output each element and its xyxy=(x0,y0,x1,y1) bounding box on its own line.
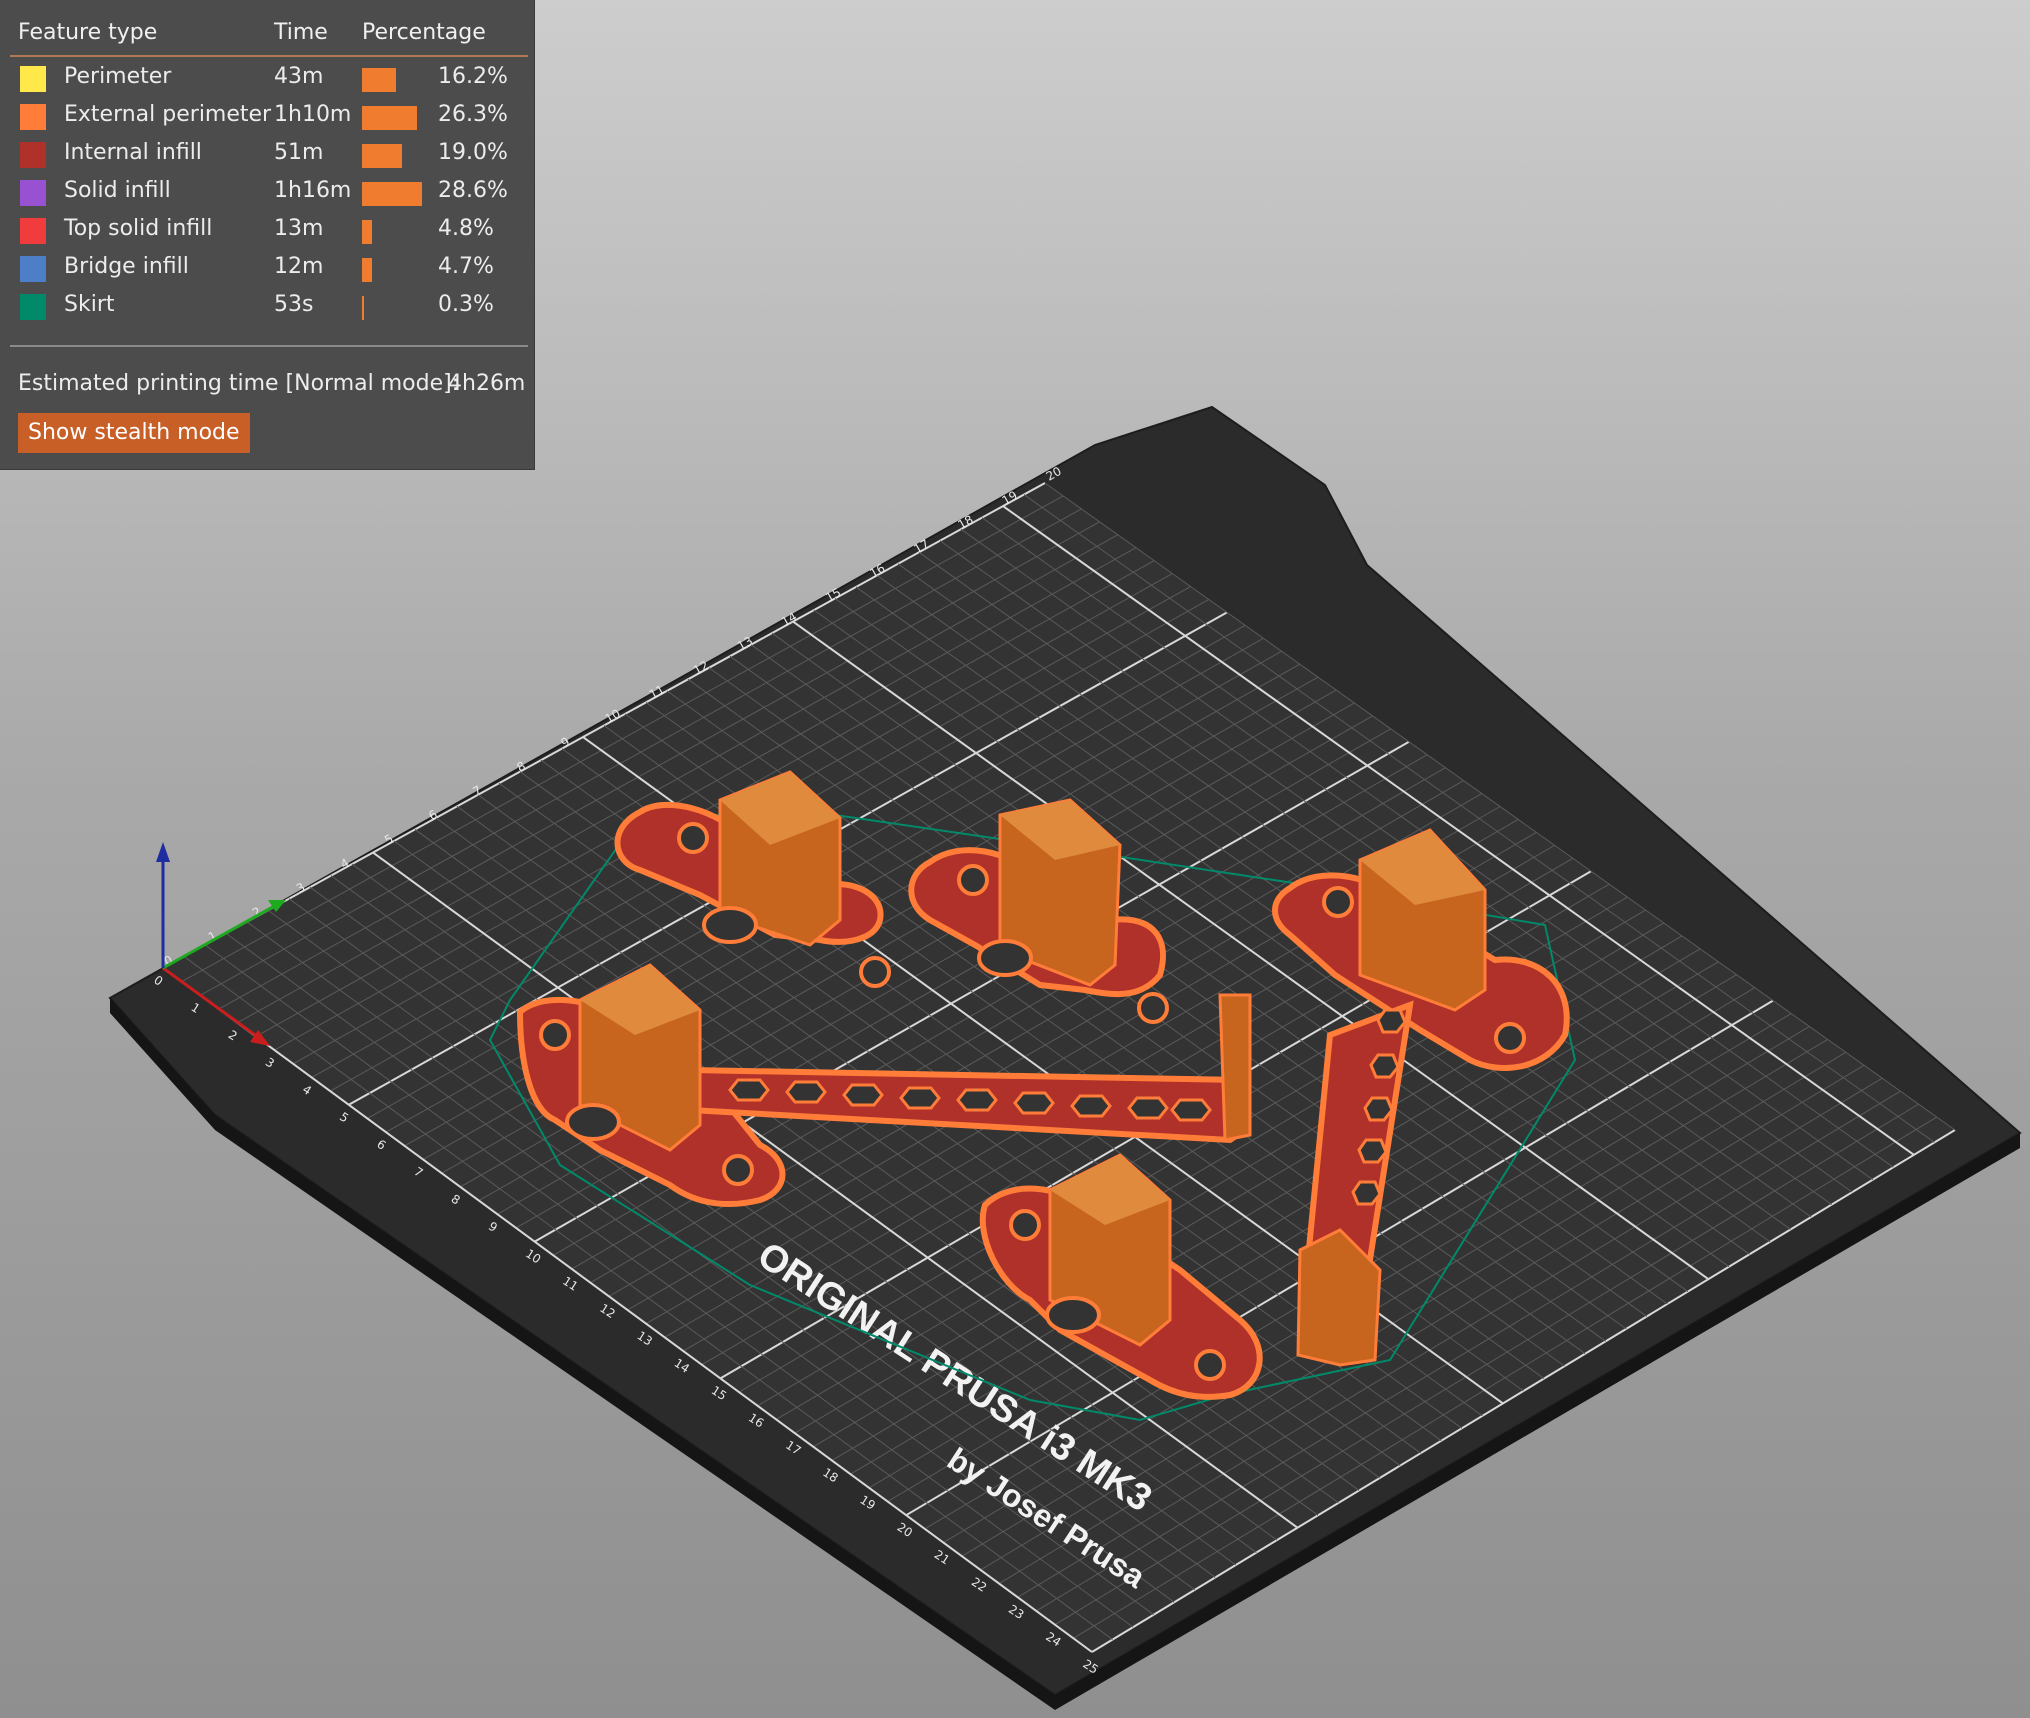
percentage-bar xyxy=(362,296,364,320)
feature-time: 13m xyxy=(274,216,324,241)
legend-row-external-perimeter: External perimeter 1h10m 26.3% xyxy=(0,99,535,137)
header-separator xyxy=(10,55,528,57)
feature-name: External perimeter xyxy=(64,102,272,127)
feature-name: Top solid infill xyxy=(64,216,213,241)
feature-percentage: 0.3% xyxy=(438,292,494,317)
percentage-bar xyxy=(362,182,422,206)
legend-row-internal-infill: Internal infill 51m 19.0% xyxy=(0,137,535,175)
print-bed: 0123456789101112131415161718192021222324… xyxy=(108,405,2022,1710)
percentage-bar xyxy=(362,258,372,282)
feature-name: Internal infill xyxy=(64,140,202,165)
legend-row-perimeter: Perimeter 43m 16.2% xyxy=(0,61,535,99)
show-stealth-mode-button[interactable]: Show stealth mode xyxy=(18,413,250,453)
feature-time: 51m xyxy=(274,140,324,165)
feature-name: Solid infill xyxy=(64,178,171,203)
feature-percentage: 4.7% xyxy=(438,254,494,279)
color-swatch xyxy=(20,294,46,320)
feature-name: Perimeter xyxy=(64,64,172,89)
feature-time: 53s xyxy=(274,292,314,317)
color-swatch xyxy=(20,104,46,130)
footer-separator xyxy=(10,345,528,347)
legend-panel: Feature type Time Percentage Perimeter 4… xyxy=(0,0,535,470)
feature-percentage: 19.0% xyxy=(438,140,508,165)
legend-row-bridge-infill: Bridge infill 12m 4.7% xyxy=(0,251,535,289)
legend-row-skirt: Skirt 53s 0.3% xyxy=(0,289,535,327)
bed-print-surface xyxy=(163,483,1955,1652)
legend-row-top-solid-infill: Top solid infill 13m 4.8% xyxy=(0,213,535,251)
percentage-bar xyxy=(362,68,396,92)
color-swatch xyxy=(20,142,46,168)
percentage-bar xyxy=(362,106,417,130)
percentage-bar xyxy=(362,220,372,244)
color-swatch xyxy=(20,180,46,206)
estimated-time-label: Estimated printing time [Normal mode]: xyxy=(18,371,460,396)
feature-percentage: 26.3% xyxy=(438,102,508,127)
color-swatch xyxy=(20,218,46,244)
estimated-time-value: 4h26m xyxy=(448,371,526,396)
feature-name: Skirt xyxy=(64,292,115,317)
feature-time: 43m xyxy=(274,64,324,89)
color-swatch xyxy=(20,256,46,282)
percentage-bar xyxy=(362,144,402,168)
feature-type-header: Feature type xyxy=(18,20,158,45)
legend-row-solid-infill: Solid infill 1h16m 28.6% xyxy=(0,175,535,213)
percentage-header: Percentage xyxy=(362,20,486,45)
time-header: Time xyxy=(274,20,328,45)
feature-time: 12m xyxy=(274,254,324,279)
feature-time: 1h16m xyxy=(274,178,352,203)
feature-percentage: 16.2% xyxy=(438,64,508,89)
feature-percentage: 28.6% xyxy=(438,178,508,203)
feature-time: 1h10m xyxy=(274,102,352,127)
color-swatch xyxy=(20,66,46,92)
feature-percentage: 4.8% xyxy=(438,216,494,241)
feature-name: Bridge infill xyxy=(64,254,189,279)
z-axis-arrow xyxy=(156,842,170,862)
